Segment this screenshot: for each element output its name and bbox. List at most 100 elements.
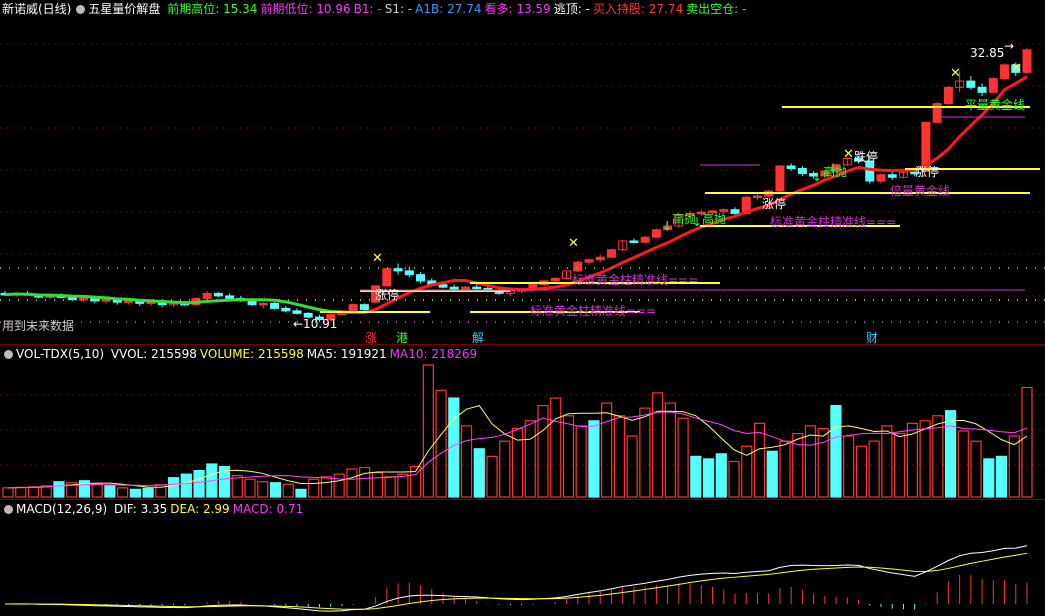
volume-bar xyxy=(944,410,957,498)
volume-bar xyxy=(639,407,651,498)
gold-line-label: 倍量黄金线 xyxy=(890,184,951,198)
volume-bar xyxy=(702,458,715,498)
low-price-label: ←10.91 xyxy=(293,317,338,331)
candle-body xyxy=(258,302,268,306)
volume-bar xyxy=(894,432,906,498)
volume-bar xyxy=(715,453,727,498)
settings-dot-icon[interactable] xyxy=(4,350,13,359)
volume-bar xyxy=(117,487,129,498)
volume-bar xyxy=(728,460,740,498)
signal-label: 涨停 xyxy=(375,288,400,302)
cross-marker: ✕ xyxy=(1011,61,1022,76)
macd-panel[interactable]: MACD(12,26,9) DIF: 3.35 DEA: 2.99 MACD: 0.… xyxy=(0,499,1045,616)
candle-body xyxy=(640,236,650,243)
main-field: 前期低位: 10.96 xyxy=(260,2,351,16)
volume-bar xyxy=(359,466,371,498)
volume-bar xyxy=(753,422,766,498)
volume-bar xyxy=(779,440,791,498)
candle-body xyxy=(472,286,482,290)
candle-body xyxy=(393,268,403,272)
signal-label: 涨停 xyxy=(915,165,940,179)
main-field: 看多: 13.59 xyxy=(484,2,551,16)
volume-bar xyxy=(652,392,664,498)
bottom-tag: 解 xyxy=(472,331,485,344)
candle-body xyxy=(797,168,807,175)
volume-chart[interactable] xyxy=(0,345,1045,500)
volume-bar xyxy=(104,485,116,498)
gold-line-label: 标准黄金柱精准线=== xyxy=(770,215,897,229)
cross-marker: ✕ xyxy=(568,236,579,251)
volume-bar xyxy=(320,476,333,498)
candle-body xyxy=(943,86,953,105)
volume-field: MA5: 191921 xyxy=(306,347,387,361)
ma-line-green xyxy=(4,292,343,314)
stock-name[interactable]: 新诺威(日线) xyxy=(2,2,71,16)
volume-bar xyxy=(473,448,485,498)
candle-body xyxy=(584,259,594,263)
volume-bar xyxy=(613,415,626,498)
signal-label: 高抛 xyxy=(672,212,697,226)
macd-field: DEA: 2.99 xyxy=(170,502,230,516)
volume-bar xyxy=(384,476,396,498)
volume-bar xyxy=(308,478,320,498)
volume-bar xyxy=(524,420,536,498)
gold-line-label: 平量黄金线 xyxy=(965,98,1026,112)
main-field: 前期高位: 15.34 xyxy=(167,2,258,16)
volume-bar xyxy=(868,440,880,498)
cross-marker: ✕ xyxy=(372,251,383,266)
volume-indicator-name[interactable]: VOL-TDX(5,10) xyxy=(16,347,104,361)
bottom-tag: 涨 xyxy=(365,331,378,344)
candle-body xyxy=(876,174,886,182)
candle-body xyxy=(988,78,998,93)
candle-body xyxy=(348,304,358,312)
volume-bar xyxy=(766,450,778,498)
volume-bar xyxy=(983,458,995,498)
candle-body xyxy=(202,292,212,299)
volume-bar xyxy=(27,486,40,498)
volume-bar xyxy=(142,487,154,498)
candle-body xyxy=(382,268,392,287)
volume-bar xyxy=(690,455,702,498)
volume-bar xyxy=(231,475,243,498)
macd-chart[interactable] xyxy=(0,500,1045,616)
volume-bar xyxy=(588,420,600,498)
main-field: 卖出空仓: - xyxy=(686,2,747,16)
candle-body xyxy=(270,302,280,309)
candle-body xyxy=(977,86,987,93)
gold-line-label: 标准黄金柱精准线=== xyxy=(530,304,657,318)
volume-bar xyxy=(843,435,855,498)
main-chart-panel[interactable]: 新诺威(日线) 五星量价解盘 前期高位: 15.34 前期低位: 10.96 B1: … xyxy=(0,0,1045,344)
cross-marker: ✕ xyxy=(843,147,854,162)
candle-body xyxy=(79,297,89,301)
candle-body xyxy=(438,284,448,288)
candle-body xyxy=(775,165,785,192)
volume-bar xyxy=(269,482,282,498)
volume-field: VOLUME: 215598 xyxy=(199,347,304,361)
candle-body xyxy=(629,240,639,243)
volume-bar xyxy=(957,430,969,498)
volume-bar xyxy=(91,483,103,498)
future-data-label: 用到未来数据 xyxy=(2,319,75,333)
macd-indicator-name[interactable]: MACD(12,26,9) xyxy=(16,502,107,516)
candle-body xyxy=(887,174,897,178)
settings-dot-icon[interactable] xyxy=(76,5,86,14)
signal-label: 高抛 xyxy=(823,165,848,179)
candle-body xyxy=(573,261,583,272)
ma5-line xyxy=(7,405,1028,489)
volume-bar xyxy=(601,402,613,498)
volume-header: VOL-TDX(5,10) VVOL: 215598 VOLUME: 215598… xyxy=(2,347,483,362)
candlestick-chart[interactable]: ✕✕✕✕ ✕↓ ↓↓↓→ xyxy=(0,0,1045,344)
main-field: 逃顶: - xyxy=(553,2,590,16)
gold-line-label: 标准黄金柱精准线=== xyxy=(572,273,699,287)
candle-body xyxy=(281,307,291,312)
candle-body xyxy=(359,304,369,311)
signal-label: 跌停 xyxy=(854,150,879,164)
volume-panel[interactable]: VOL-TDX(5,10) VVOL: 215598 VOLUME: 215598… xyxy=(0,344,1045,500)
volume-bar xyxy=(15,486,27,498)
ma10-line xyxy=(7,411,1028,489)
volume-bar xyxy=(167,477,180,498)
macd-field: MACD: 0.71 xyxy=(232,502,304,516)
down-arrow-icon: ↓ xyxy=(662,219,672,233)
indicator-name[interactable]: 五星量价解盘 xyxy=(88,2,160,16)
settings-dot-icon[interactable] xyxy=(4,505,13,514)
